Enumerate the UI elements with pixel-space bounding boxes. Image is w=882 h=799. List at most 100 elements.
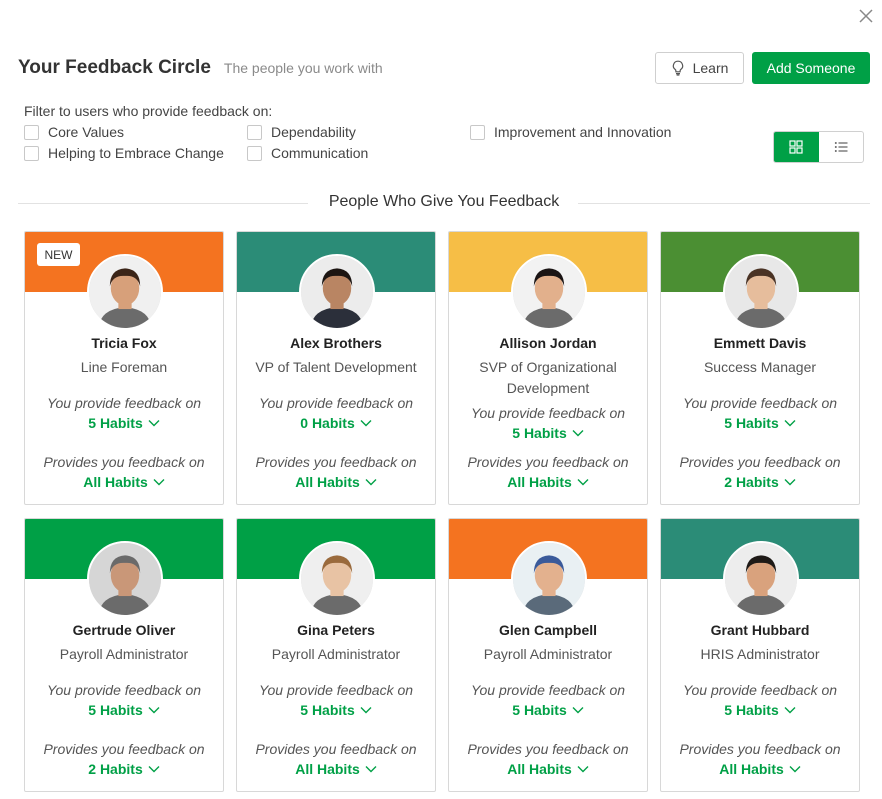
filter-improvement-innovation[interactable]: Improvement and Innovation — [470, 124, 671, 140]
filter-option-label: Helping to Embrace Change — [48, 145, 224, 161]
avatar-photo — [725, 256, 797, 328]
person-card[interactable]: Gina Peters Payroll Administrator You prov… — [236, 518, 436, 792]
you-provide-label: You provide feedback on — [258, 395, 414, 411]
checkbox[interactable] — [470, 124, 485, 140]
chevron-down-icon — [360, 707, 372, 714]
list-view-button[interactable] — [819, 132, 864, 162]
person-card[interactable]: Glen Campbell Payroll Administrator You pr… — [448, 518, 648, 792]
person-card[interactable]: Allison Jordan SVP of Organizational Deve… — [448, 231, 648, 505]
person-name: Gina Peters — [297, 622, 375, 638]
habits-count: 5 Habits — [724, 702, 779, 718]
person-card[interactable]: Emmett Davis Success Manager You provide f… — [660, 231, 860, 505]
person-card[interactable]: NEW Tricia Fox Line Foreman You provide fe… — [24, 231, 224, 505]
avatar-photo — [301, 543, 373, 615]
you-provide-habits-dropdown[interactable]: 5 Habits — [237, 702, 435, 718]
avatar-photo — [89, 543, 161, 615]
you-provide-habits-dropdown[interactable]: 5 Habits — [661, 415, 859, 431]
provides-you-habits-dropdown[interactable]: All Habits — [237, 761, 435, 777]
habits-count: All Habits — [295, 474, 360, 490]
habits-count: All Habits — [507, 474, 572, 490]
new-badge: NEW — [37, 243, 80, 266]
chevron-down-icon — [148, 766, 160, 773]
avatar-photo — [513, 543, 585, 615]
person-card[interactable]: Gertrude Oliver Payroll Administrator You … — [24, 518, 224, 792]
habits-count: 5 Habits — [512, 425, 567, 441]
person-role: Payroll Administrator — [271, 646, 401, 662]
person-role: SVP of Organizational Development — [479, 359, 617, 396]
provides-you-habits-dropdown[interactable]: All Habits — [661, 761, 859, 777]
learn-button-label: Learn — [692, 60, 729, 76]
habits-count: All Habits — [295, 761, 360, 777]
you-provide-label: You provide feedback on — [46, 395, 202, 411]
avatar-photo — [89, 256, 161, 328]
person-card[interactable]: Alex Brothers VP of Talent Development You… — [236, 231, 436, 505]
provides-you-habits-dropdown[interactable]: 2 Habits — [661, 474, 859, 490]
you-provide-habits-dropdown[interactable]: 5 Habits — [449, 425, 647, 441]
provides-you-habits-dropdown[interactable]: 2 Habits — [25, 761, 223, 777]
close-icon[interactable] — [856, 6, 876, 26]
page-title: Your Feedback Circle — [18, 57, 211, 78]
you-provide-habits-dropdown[interactable]: 5 Habits — [25, 415, 223, 431]
filter-dependability[interactable]: Dependability — [247, 124, 356, 140]
avatar-photo — [513, 256, 585, 328]
person-name: Gertrude Oliver — [72, 622, 176, 638]
provides-you-habits-dropdown[interactable]: All Habits — [237, 474, 435, 490]
filter-option-label: Core Values — [48, 124, 125, 140]
avatar — [723, 541, 799, 617]
checkbox[interactable] — [247, 145, 262, 161]
filter-embrace-change[interactable]: Helping to Embrace Change — [24, 145, 224, 161]
avatar — [511, 254, 587, 330]
chevron-down-icon — [577, 766, 589, 773]
avatar — [299, 254, 375, 330]
filter-core-values[interactable]: Core Values — [24, 124, 124, 140]
provides-you-label: Provides you feedback on — [255, 741, 417, 757]
checkbox[interactable] — [24, 124, 39, 140]
you-provide-label: You provide feedback on — [470, 405, 626, 421]
filter-option-label: Communication — [271, 145, 369, 161]
provides-you-label: Provides you feedback on — [679, 741, 841, 757]
habits-count: 5 Habits — [88, 702, 143, 718]
checkbox[interactable] — [247, 124, 262, 140]
provides-you-habits-dropdown[interactable]: All Habits — [449, 761, 647, 777]
provides-you-habits-dropdown[interactable]: All Habits — [25, 474, 223, 490]
add-someone-button[interactable]: Add Someone — [752, 52, 870, 84]
grid-icon — [789, 140, 803, 154]
chevron-down-icon — [784, 707, 796, 714]
filter-communication[interactable]: Communication — [247, 145, 368, 161]
chevron-down-icon — [572, 430, 584, 437]
chevron-down-icon — [784, 420, 796, 427]
you-provide-habits-dropdown[interactable]: 0 Habits — [237, 415, 435, 431]
page-header: Your Feedback Circle The people you work… — [18, 57, 383, 79]
grid-view-button[interactable] — [774, 132, 819, 162]
chevron-down-icon — [153, 479, 165, 486]
person-card[interactable]: Grant Hubbard HRIS Administrator You provi… — [660, 518, 860, 792]
you-provide-label: You provide feedback on — [682, 682, 838, 698]
habits-count: 2 Habits — [724, 474, 779, 490]
avatar — [299, 541, 375, 617]
list-icon — [834, 142, 848, 152]
provides-you-label: Provides you feedback on — [679, 454, 841, 470]
you-provide-habits-dropdown[interactable]: 5 Habits — [661, 702, 859, 718]
filter-option-label: Dependability — [271, 124, 356, 140]
view-toggle — [773, 131, 864, 163]
filter-option-label: Improvement and Innovation — [494, 124, 672, 140]
you-provide-habits-dropdown[interactable]: 5 Habits — [25, 702, 223, 718]
you-provide-label: You provide feedback on — [470, 682, 626, 698]
provides-you-label: Provides you feedback on — [43, 454, 205, 470]
section-header: People Who Give You Feedback — [18, 193, 870, 213]
avatar-photo — [301, 256, 373, 328]
checkbox[interactable] — [24, 145, 39, 161]
chevron-down-icon — [365, 766, 377, 773]
chevron-down-icon — [365, 479, 377, 486]
provides-you-habits-dropdown[interactable]: All Habits — [449, 474, 647, 490]
provides-you-label: Provides you feedback on — [43, 741, 205, 757]
you-provide-habits-dropdown[interactable]: 5 Habits — [449, 702, 647, 718]
person-role: Success Manager — [703, 359, 817, 375]
chevron-down-icon — [360, 420, 372, 427]
chevron-down-icon — [148, 420, 160, 427]
person-role: Line Foreman — [80, 359, 168, 375]
provides-you-label: Provides you feedback on — [467, 741, 629, 757]
avatar-photo — [725, 543, 797, 615]
person-name: Tricia Fox — [91, 335, 157, 351]
learn-button[interactable]: Learn — [655, 52, 744, 84]
